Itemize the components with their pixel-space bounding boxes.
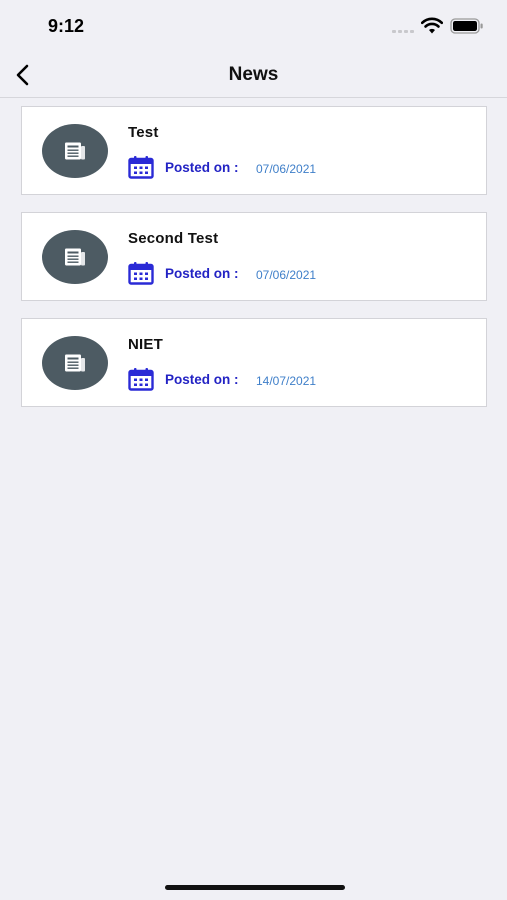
posted-on-label: Posted on :	[165, 266, 239, 281]
news-screen: 9:12 News Test Posted on: 07/06/2021 Se…	[0, 0, 507, 900]
newspaper-icon	[65, 142, 85, 160]
news-avatar	[42, 336, 108, 390]
posted-on-label: Posted on :	[165, 372, 239, 387]
status-time: 9:12	[48, 16, 85, 36]
cellular-signal-icon	[392, 30, 414, 34]
wifi-icon	[421, 17, 443, 34]
news-title: Test	[128, 124, 159, 141]
news-item[interactable]: NIET Posted on : 14/07/2021	[21, 318, 487, 407]
status-bar: 9:12	[0, 0, 507, 52]
calendar-icon	[128, 368, 154, 391]
newspaper-icon	[65, 354, 85, 372]
news-item[interactable]: Test Posted on : 07/06/2021	[21, 106, 487, 195]
posted-on-label: Posted on :	[165, 160, 239, 175]
navigation-bar: News	[0, 52, 507, 98]
battery-icon	[450, 18, 483, 34]
news-item[interactable]: Second Test Posted on : 07/06/2021	[21, 212, 487, 301]
posted-date: 07/06/2021	[256, 268, 317, 282]
news-avatar	[42, 124, 108, 178]
posted-date: 07/06/2021	[256, 162, 317, 176]
news-avatar	[42, 230, 108, 284]
news-title: Second Test	[128, 230, 219, 247]
news-title: NIET	[128, 336, 163, 353]
home-indicator[interactable]	[165, 885, 345, 890]
news-list: Test Posted on : 07/06/2021 Second Test …	[21, 106, 487, 424]
page-title: News	[228, 64, 279, 85]
calendar-icon	[128, 156, 154, 179]
calendar-icon	[128, 262, 154, 285]
newspaper-icon	[65, 248, 85, 266]
posted-date: 14/07/2021	[256, 374, 317, 388]
